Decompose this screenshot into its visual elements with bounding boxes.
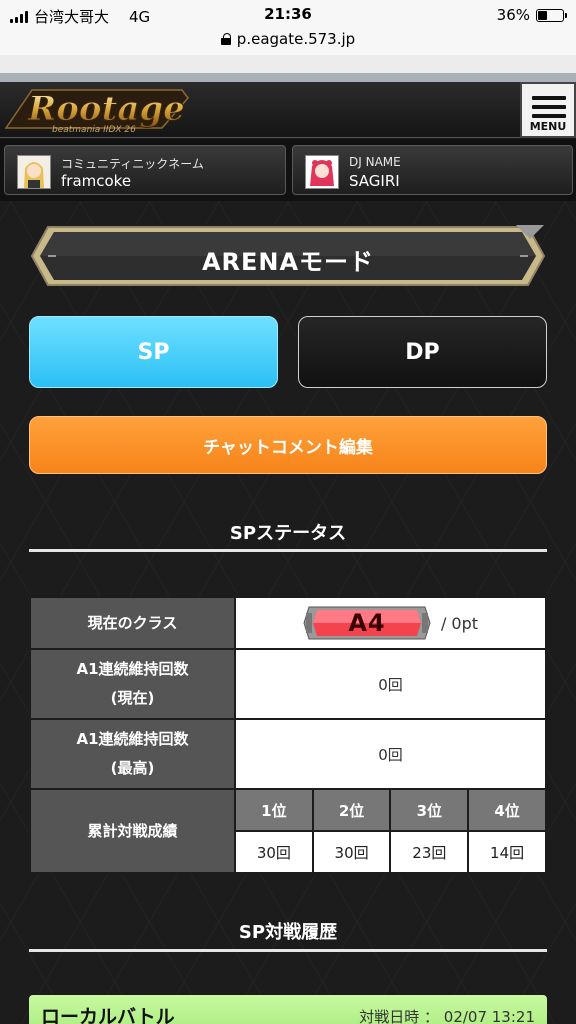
a1-current-label-line2: (現在) [110, 689, 155, 707]
battle-date: 対戦日時 ： 02/07 13:21 [359, 1008, 535, 1024]
table-row: 現在のクラス A4 / 0pt [29, 596, 547, 650]
user-bar: コミュニティニックネーム framcoke DJ NAME SAGIRI [0, 139, 576, 201]
section-divider [29, 949, 547, 952]
menu-label: MENU [529, 120, 567, 133]
rank-3-count: 23回 [389, 830, 470, 874]
rank-2-header: 2位 [311, 788, 392, 832]
battery-percent: 36% [496, 6, 530, 24]
svg-text:beatmania IIDX 26: beatmania IIDX 26 [52, 125, 136, 135]
community-name: framcoke [61, 172, 132, 190]
section-divider [29, 549, 547, 552]
chat-comment-edit-button[interactable]: チャットコメント編集 [29, 416, 547, 474]
battle-history-item[interactable]: ローカルバトル 対戦日時 ： 02/07 13:21 [29, 995, 547, 1024]
clock: 21:36 [264, 5, 312, 23]
dj-label: DJ NAME [349, 155, 401, 169]
class-points: / 0pt [440, 613, 479, 633]
url-text[interactable]: p.eagate.573.jp [237, 30, 355, 48]
table-row: A1連続維持回数 (現在) 0回 [29, 648, 547, 720]
menu-button[interactable]: MENU [520, 82, 576, 138]
table-row: A1連続維持回数 (最高) 0回 [29, 718, 547, 790]
community-card[interactable]: コミュニティニックネーム framcoke [4, 145, 286, 195]
a1-current-label-line1: A1連続維持回数 [76, 660, 189, 678]
community-avatar [17, 155, 51, 189]
sp-history-title: SP対戦履歴 [238, 922, 338, 943]
dp-tab-button[interactable]: DP [298, 316, 547, 388]
browser-divider [0, 55, 576, 83]
dj-avatar [305, 155, 339, 189]
rank-4-header: 4位 [467, 788, 547, 832]
status-right: 36% [496, 6, 567, 24]
class-badge-text: A4 [348, 609, 386, 637]
dj-card[interactable]: DJ NAME SAGIRI [292, 145, 573, 195]
arena-title-banner: ARENAモード [30, 223, 546, 289]
sp-status-title: SPステータス [229, 523, 347, 544]
rank-1-count: 30回 [234, 830, 314, 874]
class-value-cell: A4 / 0pt [234, 596, 547, 650]
lock-icon [220, 33, 231, 45]
hamburger-icon [532, 96, 566, 123]
address-bar[interactable]: p.eagate.573.jp [0, 30, 576, 55]
class-label: 現在のクラス [29, 596, 236, 650]
a1-current-value: 0回 [234, 648, 547, 720]
battle-type: ローカルバトル [41, 1006, 175, 1024]
rank-1-header: 1位 [234, 788, 314, 832]
a1-best-label-line1: A1連続維持回数 [76, 730, 189, 748]
class-badge: A4 [303, 605, 431, 641]
a1-current-label: A1連続維持回数 (現在) [29, 648, 236, 720]
page-title: ARENAモード [201, 248, 375, 276]
a1-best-label-line2: (最高) [110, 759, 155, 777]
a1-best-value: 0回 [234, 718, 547, 790]
site-header: Rootage beatmania IIDX 26 MENU [0, 82, 576, 138]
record-label: 累計対戦成績 [29, 788, 236, 874]
a1-best-label: A1連続維持回数 (最高) [29, 718, 236, 790]
rank-2-count: 30回 [311, 830, 392, 874]
battery-icon [536, 8, 567, 22]
status-bar: 台湾大哥大 4G 21:36 36% [0, 0, 576, 30]
sp-tab-button[interactable]: SP [29, 316, 278, 388]
main-content: ARENAモード SP DP チャットコメント編集 SPステータス 現在のクラス [0, 201, 576, 1024]
table-row: 累計対戦成績 1位 2位 3位 4位 [29, 788, 547, 874]
rootage-logo[interactable]: Rootage beatmania IIDX 26 [2, 84, 192, 136]
sp-status-table: 現在のクラス A4 / 0pt A1連続維持回数 (現在) 0回 A1連続維持回… [29, 596, 547, 874]
dj-name: SAGIRI [349, 172, 400, 190]
community-label: コミュニティニックネーム [61, 157, 204, 171]
logo-text: Rootage [27, 89, 185, 129]
rank-3-header: 3位 [389, 788, 470, 832]
rank-4-count: 14回 [467, 830, 547, 874]
